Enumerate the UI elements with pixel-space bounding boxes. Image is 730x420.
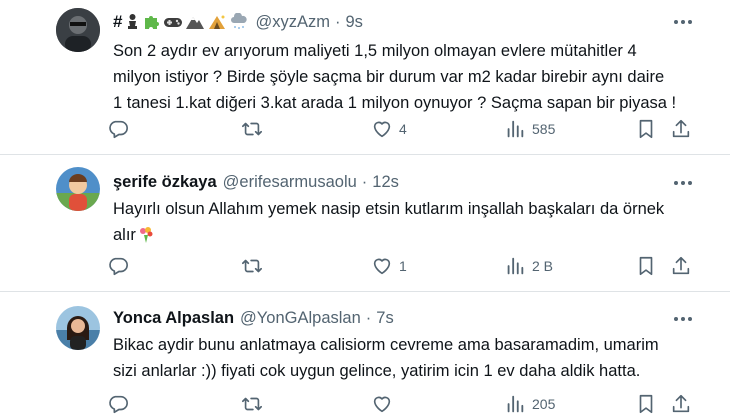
like-count: 4 xyxy=(399,121,407,137)
bookmark-icon xyxy=(639,256,653,276)
like-button[interactable]: 4 xyxy=(371,118,407,140)
display-name[interactable]: Yonca Alpaslan xyxy=(113,309,234,328)
action-bar: 205 xyxy=(107,393,697,417)
avatar[interactable] xyxy=(56,306,100,350)
views-icon xyxy=(507,395,524,413)
heart-icon xyxy=(373,258,391,275)
tweet-text: Hayırlı olsun Allahım yemek nasip etsin … xyxy=(113,196,703,248)
retweet-button[interactable] xyxy=(241,255,269,277)
share-icon xyxy=(672,256,690,275)
more-icon[interactable] xyxy=(672,172,694,194)
display-name[interactable]: şerife özkaya xyxy=(113,173,217,192)
bouquet-emoji xyxy=(139,227,153,243)
more-icon[interactable] xyxy=(672,11,694,33)
timestamp[interactable]: 7s xyxy=(376,309,393,328)
camping-icon xyxy=(209,15,226,29)
bookmark-button[interactable] xyxy=(635,393,657,415)
separator-dot: · xyxy=(361,173,368,191)
timestamp[interactable]: 12s xyxy=(372,173,399,192)
timestamp[interactable]: 9s xyxy=(345,13,362,32)
tweet-text-line: alır xyxy=(113,226,136,244)
views-icon xyxy=(507,257,524,275)
tweet-text-line: milyon istiyor ? Birde şöyle saçma bir d… xyxy=(113,68,665,86)
avatar[interactable] xyxy=(56,8,100,52)
bookmark-icon xyxy=(639,394,653,414)
puzzle-icon xyxy=(145,16,160,29)
share-icon xyxy=(672,394,690,413)
more-icon[interactable] xyxy=(672,308,694,330)
views-button[interactable]: 205 xyxy=(504,393,555,415)
views-icon xyxy=(507,120,524,138)
separator-dot: · xyxy=(334,12,341,31)
views-count: 2 B xyxy=(532,258,554,274)
snow-cloud-icon xyxy=(231,13,248,29)
tweet[interactable]: Yonca Alpaslan @YonGAlpaslan · 7s Bikac … xyxy=(0,292,730,420)
tweet-text-line: 1 tanesi 1.kat diğeri 3.kat arada 1 mily… xyxy=(113,94,677,112)
views-count: 205 xyxy=(532,396,556,412)
reply-button[interactable] xyxy=(107,393,135,415)
retweet-button[interactable] xyxy=(241,118,269,140)
chess-pawn-icon xyxy=(128,14,138,29)
gamepad-icon xyxy=(164,18,183,27)
user-handle[interactable]: @erifesarmusaolu xyxy=(223,173,357,192)
share-button[interactable] xyxy=(670,255,692,277)
views-button[interactable]: 2 B xyxy=(504,255,553,277)
like-count: 1 xyxy=(399,258,407,274)
heart-icon xyxy=(373,396,391,413)
avatar[interactable] xyxy=(56,167,100,211)
retweet-icon xyxy=(242,259,262,273)
tweet[interactable]: # @xyzAzm · 9s Son 2 aydır ev arıyorum m… xyxy=(0,0,730,150)
like-button[interactable]: 1 xyxy=(371,255,407,277)
share-button[interactable] xyxy=(670,118,692,140)
action-bar: 1 2 B xyxy=(107,255,697,279)
user-handle[interactable]: @YonGAlpaslan xyxy=(240,309,361,328)
reply-icon xyxy=(109,257,128,276)
views-button[interactable]: 585 xyxy=(504,118,555,140)
action-bar: 4 585 xyxy=(107,118,697,142)
tweet-text: Bikac aydir bunu anlatmaya calisiorm cev… xyxy=(113,332,703,384)
separator-dot: · xyxy=(365,309,372,327)
like-button[interactable] xyxy=(371,393,399,415)
tweet-text-line: Hayırlı olsun Allahım yemek nasip etsin … xyxy=(113,200,665,218)
retweet-icon xyxy=(242,397,262,411)
bookmark-button[interactable] xyxy=(635,118,657,140)
reply-button[interactable] xyxy=(107,118,135,140)
retweet-button[interactable] xyxy=(241,393,269,415)
bookmark-button[interactable] xyxy=(635,255,657,277)
tweet-text-line: sizi anlarlar :)) fiyati cok uygun gelin… xyxy=(113,362,641,380)
reply-button[interactable] xyxy=(107,255,135,277)
mountain-icon xyxy=(186,17,205,29)
user-handle[interactable]: @xyzAzm xyxy=(255,13,330,32)
tweet-text: Son 2 aydır ev arıyorum maliyeti 1,5 mil… xyxy=(113,38,703,116)
tweet-text-line: Bikac aydir bunu anlatmaya calisiorm cev… xyxy=(113,336,659,354)
reply-icon xyxy=(109,395,128,414)
tweet[interactable]: şerife özkaya @erifesarmusaolu · 12s Hay… xyxy=(0,155,730,291)
heart-icon xyxy=(373,121,391,138)
share-button[interactable] xyxy=(670,393,692,415)
views-count: 585 xyxy=(532,121,556,137)
tweet-text-line: Son 2 aydır ev arıyorum maliyeti 1,5 mil… xyxy=(113,42,637,60)
display-name[interactable]: # xyxy=(113,12,249,32)
bookmark-icon xyxy=(639,119,653,139)
reply-icon xyxy=(109,120,128,139)
hash-icon: # xyxy=(113,12,123,31)
share-icon xyxy=(672,119,690,138)
retweet-icon xyxy=(242,122,262,136)
